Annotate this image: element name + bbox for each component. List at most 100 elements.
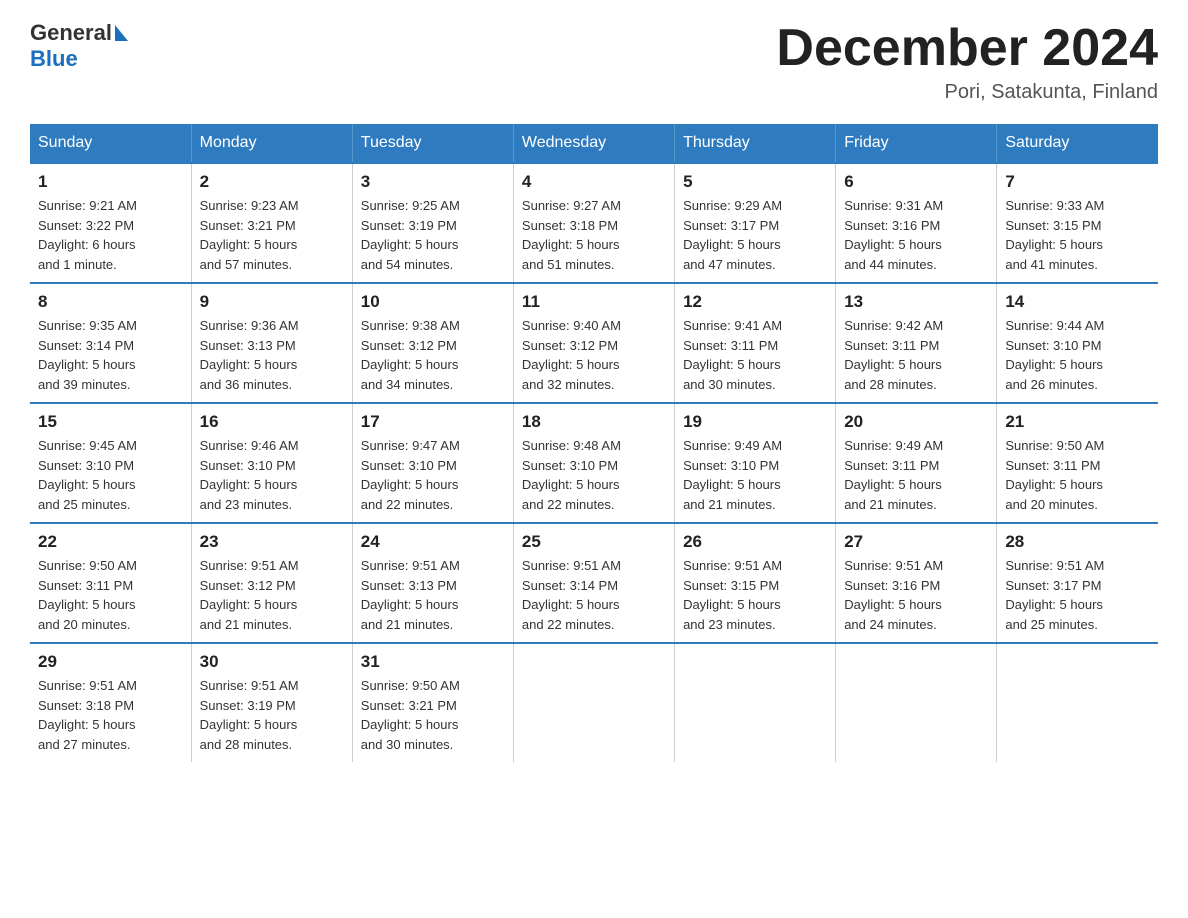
calendar-day-cell: 23Sunrise: 9:51 AM Sunset: 3:12 PM Dayli… xyxy=(191,523,352,643)
day-info: Sunrise: 9:21 AM Sunset: 3:22 PM Dayligh… xyxy=(38,196,183,274)
calendar-day-cell: 14 Sunrise: 9:44 AM Sunset: 3:10 PM Dayli… xyxy=(997,283,1158,403)
day-info: Sunrise: 9:36 AM Sunset: 3:13 PM Dayligh… xyxy=(200,316,344,394)
empty-day-cell xyxy=(997,643,1158,762)
day-number: 23 xyxy=(200,532,344,552)
day-info: Sunrise: 9:51 AM Sunset: 3:18 PM Dayligh… xyxy=(38,676,183,754)
day-number: 1 xyxy=(38,172,183,192)
calendar-week-row: 29 Sunrise: 9:51 AM Sunset: 3:18 PM Dayli… xyxy=(30,643,1158,762)
calendar-day-cell: 30 Sunrise: 9:51 AM Sunset: 3:19 PM Dayli… xyxy=(191,643,352,762)
day-number: 12 xyxy=(683,292,827,312)
day-number: 8 xyxy=(38,292,183,312)
column-header-saturday: Saturday xyxy=(997,124,1158,163)
day-number: 14 xyxy=(1005,292,1150,312)
day-number: 22 xyxy=(38,532,183,552)
location-text: Pori, Satakunta, Finland xyxy=(776,81,1158,104)
day-number: 30 xyxy=(200,652,344,672)
day-number: 29 xyxy=(38,652,183,672)
day-info: Sunrise: 9:33 AM Sunset: 3:15 PM Dayligh… xyxy=(1005,196,1150,274)
calendar-day-cell: 12 Sunrise: 9:41 AM Sunset: 3:11 PM Dayli… xyxy=(675,283,836,403)
day-number: 10 xyxy=(361,292,505,312)
day-number: 21 xyxy=(1005,412,1150,432)
day-number: 9 xyxy=(200,292,344,312)
day-info: Sunrise: 9:51 AM Sunset: 3:13 PM Dayligh… xyxy=(361,556,505,634)
day-number: 17 xyxy=(361,412,505,432)
day-number: 7 xyxy=(1005,172,1150,192)
logo-general-text: General xyxy=(30,20,112,46)
logo-blue-text: Blue xyxy=(30,46,78,71)
column-header-tuesday: Tuesday xyxy=(352,124,513,163)
empty-day-cell xyxy=(513,643,674,762)
calendar-day-cell: 22Sunrise: 9:50 AM Sunset: 3:11 PM Dayli… xyxy=(30,523,191,643)
calendar-day-cell: 10 Sunrise: 9:38 AM Sunset: 3:12 PM Dayli… xyxy=(352,283,513,403)
calendar-day-cell: 11 Sunrise: 9:40 AM Sunset: 3:12 PM Dayli… xyxy=(513,283,674,403)
empty-day-cell xyxy=(675,643,836,762)
calendar-week-row: 1 Sunrise: 9:21 AM Sunset: 3:22 PM Daylig… xyxy=(30,163,1158,283)
day-info: Sunrise: 9:50 AM Sunset: 3:21 PM Dayligh… xyxy=(361,676,505,754)
day-info: Sunrise: 9:51 AM Sunset: 3:19 PM Dayligh… xyxy=(200,676,344,754)
day-number: 3 xyxy=(361,172,505,192)
calendar-day-cell: 8 Sunrise: 9:35 AM Sunset: 3:14 PM Daylig… xyxy=(30,283,191,403)
calendar-day-cell: 19 Sunrise: 9:49 AM Sunset: 3:10 PM Dayli… xyxy=(675,403,836,523)
day-number: 26 xyxy=(683,532,827,552)
day-number: 24 xyxy=(361,532,505,552)
day-info: Sunrise: 9:46 AM Sunset: 3:10 PM Dayligh… xyxy=(200,436,344,514)
day-info: Sunrise: 9:51 AM Sunset: 3:17 PM Dayligh… xyxy=(1005,556,1150,634)
month-title: December 2024 xyxy=(776,20,1158,77)
calendar-header-row: SundayMondayTuesdayWednesdayThursdayFrid… xyxy=(30,124,1158,163)
day-info: Sunrise: 9:49 AM Sunset: 3:11 PM Dayligh… xyxy=(844,436,988,514)
day-info: Sunrise: 9:50 AM Sunset: 3:11 PM Dayligh… xyxy=(1005,436,1150,514)
day-number: 11 xyxy=(522,292,666,312)
calendar-day-cell: 17 Sunrise: 9:47 AM Sunset: 3:10 PM Dayli… xyxy=(352,403,513,523)
day-info: Sunrise: 9:40 AM Sunset: 3:12 PM Dayligh… xyxy=(522,316,666,394)
calendar-day-cell: 7 Sunrise: 9:33 AM Sunset: 3:15 PM Daylig… xyxy=(997,163,1158,283)
calendar-day-cell: 25Sunrise: 9:51 AM Sunset: 3:14 PM Dayli… xyxy=(513,523,674,643)
day-info: Sunrise: 9:47 AM Sunset: 3:10 PM Dayligh… xyxy=(361,436,505,514)
day-number: 6 xyxy=(844,172,988,192)
day-info: Sunrise: 9:49 AM Sunset: 3:10 PM Dayligh… xyxy=(683,436,827,514)
calendar-day-cell: 26Sunrise: 9:51 AM Sunset: 3:15 PM Dayli… xyxy=(675,523,836,643)
day-info: Sunrise: 9:48 AM Sunset: 3:10 PM Dayligh… xyxy=(522,436,666,514)
calendar-day-cell: 28 Sunrise: 9:51 AM Sunset: 3:17 PM Dayli… xyxy=(997,523,1158,643)
day-number: 5 xyxy=(683,172,827,192)
calendar-day-cell: 31 Sunrise: 9:50 AM Sunset: 3:21 PM Dayli… xyxy=(352,643,513,762)
calendar-day-cell: 4Sunrise: 9:27 AM Sunset: 3:18 PM Daylig… xyxy=(513,163,674,283)
day-number: 20 xyxy=(844,412,988,432)
day-number: 19 xyxy=(683,412,827,432)
day-info: Sunrise: 9:23 AM Sunset: 3:21 PM Dayligh… xyxy=(200,196,344,274)
day-number: 18 xyxy=(522,412,666,432)
calendar-week-row: 22Sunrise: 9:50 AM Sunset: 3:11 PM Dayli… xyxy=(30,523,1158,643)
day-info: Sunrise: 9:51 AM Sunset: 3:16 PM Dayligh… xyxy=(844,556,988,634)
calendar-table: SundayMondayTuesdayWednesdayThursdayFrid… xyxy=(30,124,1158,762)
day-info: Sunrise: 9:51 AM Sunset: 3:14 PM Dayligh… xyxy=(522,556,666,634)
calendar-day-cell: 29 Sunrise: 9:51 AM Sunset: 3:18 PM Dayli… xyxy=(30,643,191,762)
calendar-day-cell: 3Sunrise: 9:25 AM Sunset: 3:19 PM Daylig… xyxy=(352,163,513,283)
calendar-week-row: 8 Sunrise: 9:35 AM Sunset: 3:14 PM Daylig… xyxy=(30,283,1158,403)
column-header-friday: Friday xyxy=(836,124,997,163)
day-info: Sunrise: 9:31 AM Sunset: 3:16 PM Dayligh… xyxy=(844,196,988,274)
calendar-day-cell: 5Sunrise: 9:29 AM Sunset: 3:17 PM Daylig… xyxy=(675,163,836,283)
calendar-week-row: 15 Sunrise: 9:45 AM Sunset: 3:10 PM Dayli… xyxy=(30,403,1158,523)
calendar-day-cell: 2Sunrise: 9:23 AM Sunset: 3:21 PM Daylig… xyxy=(191,163,352,283)
column-header-thursday: Thursday xyxy=(675,124,836,163)
calendar-day-cell: 15 Sunrise: 9:45 AM Sunset: 3:10 PM Dayli… xyxy=(30,403,191,523)
calendar-day-cell: 24 Sunrise: 9:51 AM Sunset: 3:13 PM Dayli… xyxy=(352,523,513,643)
day-number: 15 xyxy=(38,412,183,432)
day-info: Sunrise: 9:42 AM Sunset: 3:11 PM Dayligh… xyxy=(844,316,988,394)
day-number: 27 xyxy=(844,532,988,552)
calendar-day-cell: 18 Sunrise: 9:48 AM Sunset: 3:10 PM Dayli… xyxy=(513,403,674,523)
day-info: Sunrise: 9:41 AM Sunset: 3:11 PM Dayligh… xyxy=(683,316,827,394)
day-number: 16 xyxy=(200,412,344,432)
day-info: Sunrise: 9:35 AM Sunset: 3:14 PM Dayligh… xyxy=(38,316,183,394)
calendar-day-cell: 9 Sunrise: 9:36 AM Sunset: 3:13 PM Daylig… xyxy=(191,283,352,403)
day-info: Sunrise: 9:45 AM Sunset: 3:10 PM Dayligh… xyxy=(38,436,183,514)
calendar-day-cell: 16 Sunrise: 9:46 AM Sunset: 3:10 PM Dayli… xyxy=(191,403,352,523)
empty-day-cell xyxy=(836,643,997,762)
day-number: 31 xyxy=(361,652,505,672)
day-number: 28 xyxy=(1005,532,1150,552)
logo-triangle-icon xyxy=(115,25,128,41)
calendar-day-cell: 27 Sunrise: 9:51 AM Sunset: 3:16 PM Dayli… xyxy=(836,523,997,643)
calendar-day-cell: 13Sunrise: 9:42 AM Sunset: 3:11 PM Dayli… xyxy=(836,283,997,403)
day-info: Sunrise: 9:44 AM Sunset: 3:10 PM Dayligh… xyxy=(1005,316,1150,394)
day-info: Sunrise: 9:38 AM Sunset: 3:12 PM Dayligh… xyxy=(361,316,505,394)
calendar-day-cell: 6 Sunrise: 9:31 AM Sunset: 3:16 PM Daylig… xyxy=(836,163,997,283)
